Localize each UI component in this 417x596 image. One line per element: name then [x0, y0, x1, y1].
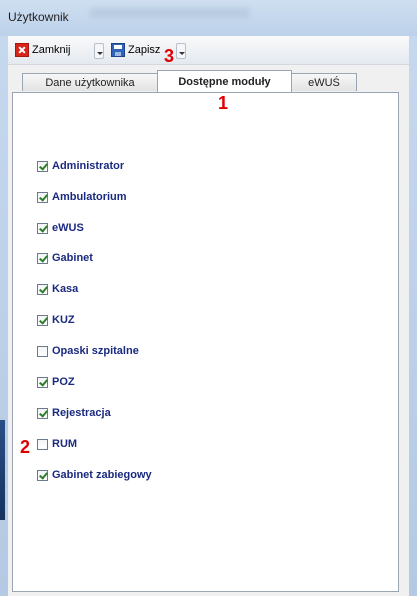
annotation-marker-3: 3 [164, 46, 175, 66]
module-label: Administrator [52, 160, 125, 172]
toolbar: Zamknij Zapisz [8, 36, 409, 65]
module-checkbox-ambulatorium[interactable]: Ambulatorium [37, 189, 127, 205]
module-label: KUZ [52, 314, 75, 326]
checkbox[interactable] [37, 314, 48, 326]
module-label: Kasa [52, 283, 79, 295]
checkbox[interactable] [37, 252, 48, 264]
checkbox[interactable] [37, 222, 48, 234]
window-client-area: Zamknij Zapisz Dane użytkownika Dostępne… [8, 36, 409, 596]
module-checkbox-kasa[interactable]: Kasa [37, 281, 78, 297]
checkbox[interactable] [37, 160, 48, 172]
save-button-label: Zapisz [128, 44, 161, 56]
save-dropdown-arrow[interactable] [176, 43, 186, 59]
checkbox[interactable] [37, 345, 48, 357]
user-window: Użytkownik Zamknij Zapisz Dane użytkowni… [0, 0, 417, 596]
module-label: Opaski szpitalne [52, 345, 139, 357]
window-title: Użytkownik [8, 10, 69, 24]
tab-user-data[interactable]: Dane użytkownika [22, 73, 158, 91]
module-label: Gabinet [52, 252, 93, 264]
module-checkbox-gabinet-zabiegowy[interactable]: Gabinet zabiegowy [37, 467, 152, 483]
module-checkbox-rum[interactable]: RUM [37, 436, 77, 452]
modules-panel: Administrator Ambulatorium eWUS Gabinet … [12, 92, 399, 592]
close-button-label: Zamknij [32, 44, 71, 56]
module-checkbox-ewus[interactable]: eWUS [37, 220, 84, 236]
close-dropdown-arrow[interactable] [94, 43, 104, 59]
checkbox[interactable] [37, 469, 48, 481]
module-checkbox-gabinet[interactable]: Gabinet [37, 250, 93, 266]
floppy-disk-icon [111, 43, 125, 57]
window-frame-right [409, 36, 417, 596]
module-label: Ambulatorium [52, 191, 127, 203]
title-bar[interactable]: Użytkownik [0, 0, 417, 36]
title-bar-blur [90, 8, 250, 18]
module-checkbox-kuz[interactable]: KUZ [37, 312, 75, 328]
module-checkbox-poz[interactable]: POZ [37, 374, 75, 390]
module-label: RUM [52, 438, 78, 450]
tab-ewus[interactable]: eWUŚ [291, 73, 357, 91]
tab-strip: Dane użytkownika Dostępne moduły eWUŚ [8, 70, 409, 92]
annotation-marker-2: 2 [20, 437, 31, 457]
module-label: POZ [52, 376, 75, 388]
annotation-marker-1: 1 [218, 93, 229, 113]
save-button[interactable]: Zapisz [111, 40, 160, 60]
background-window-strip [0, 420, 5, 520]
checkbox[interactable] [37, 376, 48, 388]
tab-available-modules[interactable]: Dostępne moduły [157, 70, 292, 92]
checkbox[interactable] [37, 407, 48, 419]
module-checkbox-rejestracja[interactable]: Rejestracja [37, 405, 111, 421]
close-button[interactable]: Zamknij [15, 40, 71, 60]
close-icon [15, 43, 29, 57]
module-checkbox-opaski-szpitalne[interactable]: Opaski szpitalne [37, 343, 139, 359]
module-label: eWUS [52, 222, 84, 234]
checkbox[interactable] [37, 283, 48, 295]
module-checkbox-administrator[interactable]: Administrator [37, 158, 124, 174]
checkbox[interactable] [37, 438, 48, 450]
checkbox[interactable] [37, 191, 48, 203]
module-label: Gabinet zabiegowy [52, 469, 152, 481]
module-label: Rejestracja [52, 407, 111, 419]
